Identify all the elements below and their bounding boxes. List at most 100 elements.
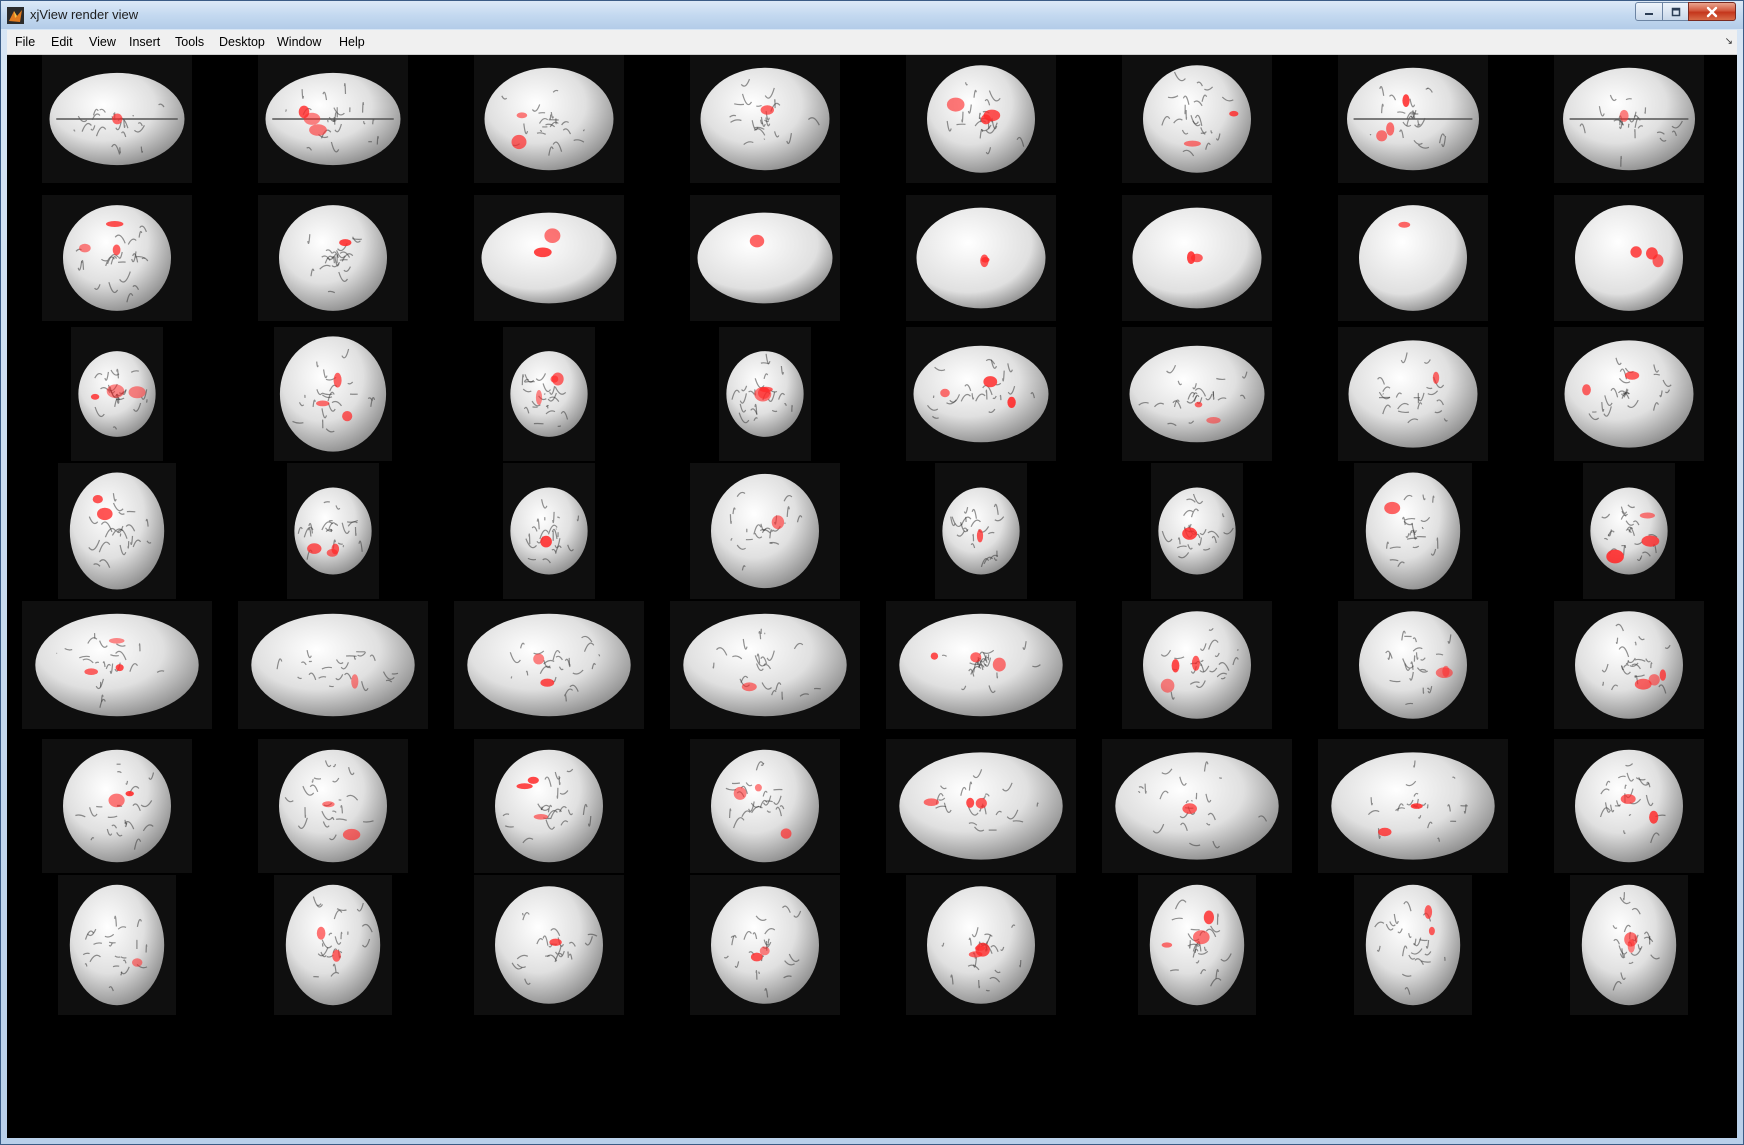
activation-blob (923, 798, 939, 806)
activation-blob (1639, 512, 1655, 519)
brain-render (495, 886, 603, 1004)
brain-render-panel (1354, 875, 1472, 1015)
activation-blob (106, 384, 125, 398)
brain-render-panel (690, 195, 840, 321)
brain-surface (35, 613, 199, 717)
activation-blob (760, 105, 774, 115)
activation-blob (940, 388, 950, 398)
activation-blob (930, 652, 939, 660)
activation-blob (1435, 667, 1453, 678)
brain-render (1129, 345, 1265, 443)
activation-blob (750, 952, 763, 962)
brain-render-panel (287, 463, 379, 599)
brain-render-panel (670, 601, 860, 729)
brain-render (916, 207, 1046, 309)
brain-surface (1115, 752, 1279, 860)
brain-surface (285, 884, 381, 1006)
brain-render-panel (1338, 195, 1488, 321)
brain-render (927, 65, 1035, 173)
brain-render-panel (690, 875, 840, 1015)
brain-render (1347, 67, 1479, 171)
activation-blob (1625, 371, 1640, 380)
brain-surface (1359, 205, 1467, 311)
activation-blob (1378, 827, 1392, 837)
activation-blob (1376, 130, 1388, 142)
brain-render-panel (454, 601, 644, 729)
activation-blob (516, 783, 533, 790)
menu-help[interactable]: Help (335, 30, 369, 54)
activation-blob (1193, 930, 1210, 945)
activation-blob (84, 668, 98, 675)
activation-blob (1624, 932, 1638, 947)
activation-blob (1398, 221, 1411, 228)
maximize-button[interactable] (1662, 2, 1689, 21)
menu-view[interactable]: View (85, 30, 120, 54)
activation-blob (128, 386, 146, 399)
activation-blob (533, 247, 552, 258)
activation-blob (1182, 527, 1197, 540)
minimize-button[interactable] (1635, 2, 1663, 21)
brain-render (1149, 884, 1245, 1006)
brain-render (1348, 340, 1478, 448)
activation-blob (968, 951, 983, 958)
brain-render-panel (1122, 195, 1272, 321)
title-bar[interactable]: xjView render view (1, 1, 1743, 29)
activation-blob (1386, 122, 1395, 136)
brain-render-panel (1102, 739, 1292, 873)
brain-render-panel (503, 327, 595, 461)
brain-render (35, 613, 199, 717)
menu-desktop[interactable]: Desktop (215, 30, 269, 54)
brain-render-panel (258, 195, 408, 321)
activation-blob (741, 682, 757, 692)
brain-render-panel (1122, 327, 1272, 461)
activation-blob (540, 535, 552, 548)
brain-surface (481, 212, 617, 304)
menu-tools[interactable]: Tools (171, 30, 208, 54)
menu-window[interactable]: Window (273, 30, 325, 54)
brain-render (279, 336, 387, 452)
activation-blob (1203, 910, 1214, 925)
activation-blob (771, 515, 785, 530)
brain-render-panel (71, 327, 163, 461)
brain-render (913, 345, 1049, 443)
activation-blob (1652, 254, 1664, 268)
brain-render (899, 752, 1063, 860)
activation-blob (112, 113, 123, 125)
brain-render-panel (22, 601, 212, 729)
brain-render-panel (42, 55, 192, 183)
activation-blob (1582, 384, 1591, 396)
brain-render-panel (238, 601, 428, 729)
activation-blob (983, 376, 998, 388)
dock-arrow-icon[interactable]: ↘ (1725, 36, 1733, 47)
brain-render (251, 613, 415, 717)
brain-render (711, 473, 819, 589)
minimize-icon (1645, 12, 1653, 15)
brain-render (711, 886, 819, 1004)
activation-blob (1410, 803, 1423, 809)
brain-render (1575, 611, 1683, 719)
activation-blob (106, 221, 124, 227)
brain-surface (1365, 884, 1461, 1006)
brain-render (69, 884, 165, 1006)
brain-surface (1575, 749, 1683, 863)
activation-blob (780, 828, 792, 839)
close-button[interactable] (1688, 2, 1736, 21)
render-canvas[interactable] (7, 55, 1737, 1138)
activation-blob (1630, 246, 1642, 258)
activation-blob (108, 638, 125, 644)
brain-surface (467, 613, 631, 717)
activation-blob (946, 97, 965, 112)
brain-render-panel (1354, 463, 1472, 599)
activation-blob (1649, 810, 1659, 824)
activation-blob (1182, 803, 1197, 814)
brain-render-panel (474, 739, 624, 873)
menu-file[interactable]: File (11, 30, 39, 54)
close-icon (1706, 6, 1718, 17)
menu-insert[interactable]: Insert (125, 30, 164, 54)
activation-blob (79, 243, 91, 253)
menu-edit[interactable]: Edit (47, 30, 77, 54)
activation-blob (1620, 794, 1636, 804)
brain-surface (711, 473, 819, 589)
activation-blob (1606, 549, 1624, 564)
brain-render-panel (1554, 195, 1704, 321)
